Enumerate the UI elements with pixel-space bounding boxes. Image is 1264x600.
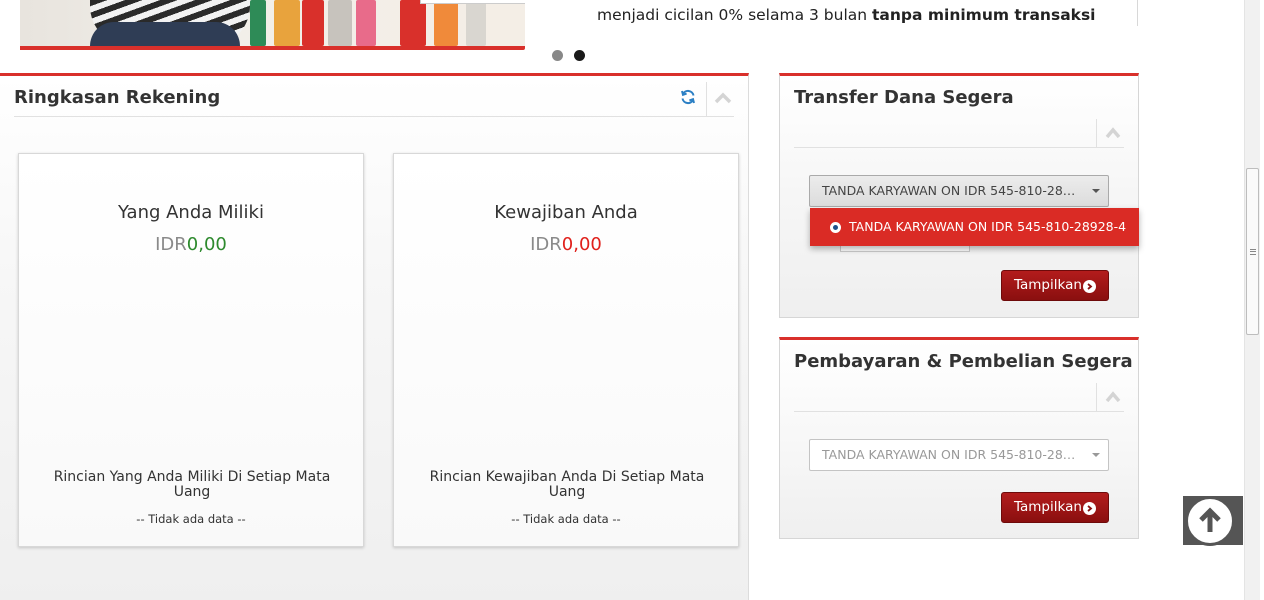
banner-image[interactable] [20, 0, 525, 50]
liabilities-amount: IDR0,00 [530, 234, 602, 255]
panel-title: Ringkasan Rekening [14, 87, 221, 108]
scrollbar-thumb[interactable] [1246, 168, 1259, 335]
carousel-dot-2[interactable] [574, 50, 585, 61]
dropdown-option[interactable]: TANDA KARYAWAN ON IDR 545-810-28928-4 [810, 208, 1139, 246]
payment-show-button[interactable]: Tampilkan [1001, 492, 1109, 523]
banner-text: menjadi cicilan 0% selama 3 bulan tanpa … [597, 6, 1096, 24]
page: menjadi cicilan 0% selama 3 bulan tanpa … [0, 0, 1264, 600]
liabilities-no-data: -- Tidak ada data -- [511, 512, 621, 526]
arrow-up-circle-icon [1185, 496, 1235, 546]
payment-title: Pembayaran & Pembelian Segera [794, 351, 1133, 372]
chevron-down-icon [1092, 189, 1100, 193]
promo-banner[interactable]: menjadi cicilan 0% selama 3 bulan tanpa … [0, 0, 1140, 72]
transfer-panel: Transfer Dana Segera TANDA KARYAWAN ON I… [779, 73, 1139, 318]
divider [14, 116, 734, 117]
back-to-top-button[interactable] [1183, 496, 1243, 546]
radio-selected-icon [830, 222, 841, 233]
chevron-up-icon[interactable] [1096, 383, 1126, 411]
assets-no-data: -- Tidak ada data -- [136, 512, 246, 526]
chevron-up-icon[interactable] [1096, 119, 1126, 147]
chevron-down-icon [1092, 453, 1100, 457]
assets-detail-link[interactable]: Rincian Yang Anda Miliki Di Setiap Mata … [49, 470, 335, 500]
chevron-up-icon[interactable] [706, 82, 736, 116]
transfer-account-select[interactable]: TANDA KARYAWAN ON IDR 545-810-28928-4 [809, 175, 1109, 207]
assets-card: Yang Anda Miliki IDR0,00 Rincian Yang An… [18, 153, 364, 547]
payment-account-select[interactable]: TANDA KARYAWAN ON IDR 545-810-28928-4 [809, 439, 1109, 471]
divider [794, 411, 1124, 412]
transfer-show-button[interactable]: Tampilkan [1001, 270, 1109, 301]
divider [794, 147, 1124, 148]
liabilities-title: Kewajiban Anda [494, 202, 638, 223]
vertical-scrollbar[interactable] [1244, 0, 1260, 600]
assets-amount: IDR0,00 [155, 234, 227, 255]
liabilities-card: Kewajiban Anda IDR0,00 Rincian Kewajiban… [393, 153, 739, 547]
carousel-dot-1[interactable] [552, 50, 563, 61]
account-summary-panel: Ringkasan Rekening Yang Anda Miliki IDR0… [0, 73, 749, 600]
chevron-right-circle-icon [1083, 502, 1096, 515]
liabilities-detail-link[interactable]: Rincian Kewajiban Anda Di Setiap Mata Ua… [424, 470, 710, 500]
payment-panel: Pembayaran & Pembelian Segera TANDA KARY… [779, 337, 1139, 539]
refresh-icon[interactable] [678, 89, 698, 109]
carousel-dots [552, 50, 585, 61]
transfer-title: Transfer Dana Segera [794, 87, 1014, 108]
assets-title: Yang Anda Miliki [118, 202, 264, 223]
chevron-right-circle-icon [1083, 280, 1096, 293]
